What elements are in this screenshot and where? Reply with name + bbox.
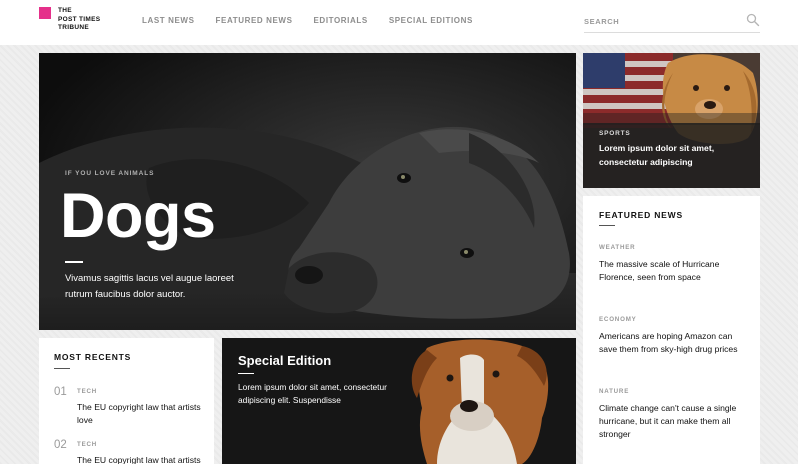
recent-number: 01 <box>54 386 67 398</box>
site-header: THE POST TIMES TRIBUNE LAST NEWS FEATURE… <box>0 0 798 45</box>
hero-description: Vivamus sagittis lacus vel augue laoreet… <box>65 273 234 300</box>
logo-line: THE <box>58 7 72 14</box>
heading-divider <box>599 225 615 226</box>
hero-kicker: IF YOU LOVE ANIMALS <box>65 170 155 177</box>
featured-news-title[interactable]: Americans are hoping Amazon can save the… <box>599 330 749 356</box>
featured-news-heading: FEATURED NEWS <box>599 210 683 220</box>
recent-category: TECH <box>77 441 98 448</box>
featured-news-category: NATURE <box>599 388 630 395</box>
special-edition-card[interactable]: Special Edition Lorem ipsum dolor sit am… <box>222 338 576 464</box>
special-edition-title[interactable]: Special Edition <box>238 353 331 368</box>
logo-wordmark: THE POST TIMES TRIBUNE <box>58 7 118 33</box>
logo-line: TRIBUNE <box>58 24 89 32</box>
featured-news-category: ECONOMY <box>599 316 637 323</box>
featured-news-category: WEATHER <box>599 244 636 251</box>
search-icon[interactable] <box>746 13 760 27</box>
hero-title[interactable]: Dogs <box>60 181 216 251</box>
sports-article-card[interactable]: SPORTS Lorem ipsum dolor sit amet, conse… <box>583 53 760 188</box>
main-nav: LAST NEWS FEATURED NEWS EDITORIALS SPECI… <box>142 16 494 25</box>
search-input[interactable] <box>584 13 734 29</box>
nav-item-featured-news[interactable]: FEATURED NEWS <box>216 16 293 25</box>
most-recents-heading: MOST RECENTS <box>54 352 132 362</box>
featured-news-title[interactable]: The massive scale of Hurricane Florence,… <box>599 258 749 284</box>
sports-title[interactable]: Lorem ipsum dolor sit amet, consectetur … <box>599 142 749 169</box>
featured-news-panel: FEATURED NEWS WEATHER The massive scale … <box>583 196 760 464</box>
hero-divider <box>65 261 83 263</box>
featured-news-title[interactable]: Climate change can't cause a single hurr… <box>599 402 749 441</box>
featured-news-item[interactable]: NATURE Climate change can't cause a sing… <box>599 388 749 441</box>
nav-item-last-news[interactable]: LAST NEWS <box>142 16 195 25</box>
nav-item-special-editions[interactable]: SPECIAL EDITIONS <box>389 16 473 25</box>
recent-title[interactable]: The EU copyright law that artists love <box>77 401 205 427</box>
recent-number: 02 <box>54 439 67 451</box>
featured-news-item[interactable]: WEATHER The massive scale of Hurricane F… <box>599 244 749 284</box>
featured-news-item[interactable]: ECONOMY Americans are hoping Amazon can … <box>599 316 749 356</box>
logo-line: POST TIMES <box>58 15 101 23</box>
hero-article[interactable]: IF YOU LOVE ANIMALS Dogs Vivamus sagitti… <box>39 53 576 330</box>
logo-square-icon <box>39 7 51 19</box>
heading-divider <box>54 368 70 369</box>
recent-title[interactable]: The EU copyright law that artists love <box>77 454 205 464</box>
site-logo[interactable]: THE POST TIMES TRIBUNE <box>39 7 119 39</box>
search-bar <box>584 12 760 33</box>
sports-category: SPORTS <box>599 130 631 137</box>
special-edition-description: Lorem ipsum dolor sit amet, consectetur … <box>238 382 387 405</box>
recent-category: TECH <box>77 388 98 395</box>
most-recents-panel: MOST RECENTS 01 TECH The EU copyright la… <box>39 338 214 464</box>
nav-item-editorials[interactable]: EDITORIALS <box>314 16 368 25</box>
special-edition-divider <box>238 373 254 374</box>
